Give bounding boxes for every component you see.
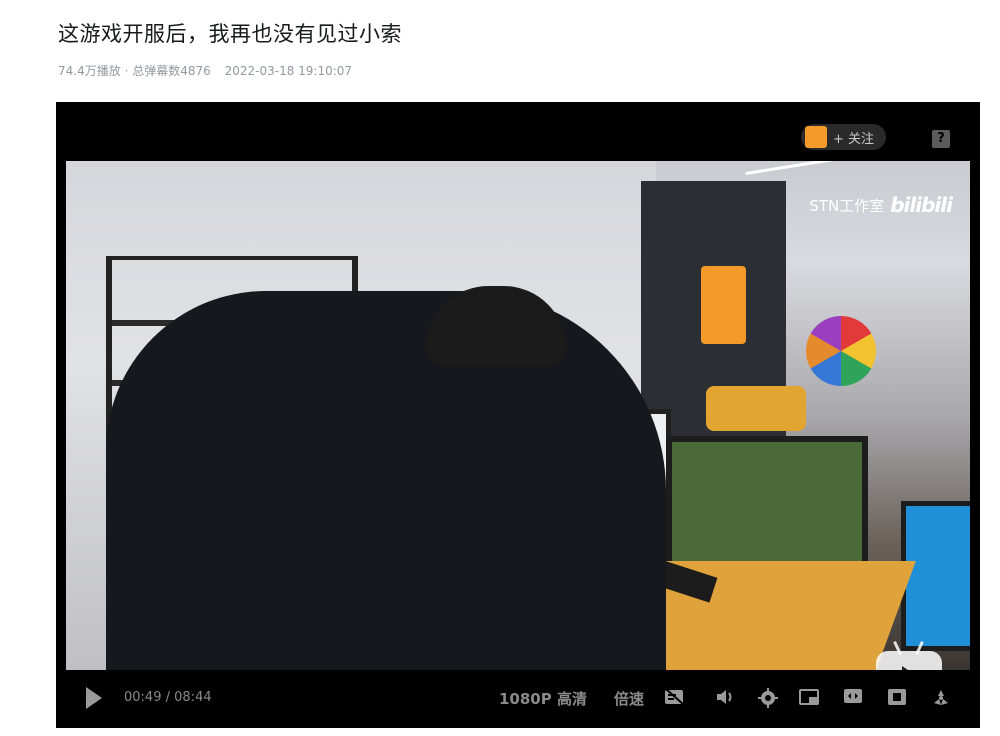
speed-button[interactable]: 倍速: [614, 688, 644, 709]
bilibili-tv-play-icon[interactable]: [876, 641, 942, 670]
quality-button[interactable]: 1080P 高清: [499, 688, 587, 709]
fullscreen-icon[interactable]: [930, 688, 952, 708]
video-player[interactable]: + 关注 ? STN工作室 bilibili 00:49 / 08:44 108…: [56, 102, 980, 728]
scene-monitor-desktop: [901, 501, 970, 651]
total-time: 08:44: [174, 690, 212, 705]
scene-prize-wheel: [806, 316, 876, 386]
uploader-avatar-icon[interactable]: [805, 126, 827, 148]
scene-sofa: [706, 386, 806, 431]
follow-button[interactable]: + 关注: [801, 124, 887, 150]
picture-in-picture-icon[interactable]: [798, 688, 820, 708]
video-meta: 74.4万播放 · 总弹幕数4876 2022-03-18 19:10:07: [58, 62, 352, 79]
gear-icon[interactable]: [757, 688, 779, 708]
meta-separator: ·: [124, 64, 129, 78]
volume-icon[interactable]: [714, 688, 736, 708]
help-icon[interactable]: ?: [932, 130, 950, 148]
video-title: 这游戏开服后，我再也没有见过小索: [58, 22, 402, 46]
watermark: STN工作室 bilibili: [809, 193, 953, 217]
web-fullscreen-icon[interactable]: [886, 688, 908, 708]
scene-person: [106, 291, 666, 670]
play-icon[interactable]: [86, 687, 102, 709]
video-frame[interactable]: STN工作室 bilibili: [66, 161, 970, 670]
publish-date: 2022-03-18 19:10:07: [224, 64, 353, 78]
player-controls: 00:49 / 08:44 1080P 高清 倍速: [56, 670, 980, 728]
watermark-line: [745, 161, 860, 175]
time-display: 00:49 / 08:44: [124, 690, 212, 705]
danmaku-count: 总弹幕数4876: [132, 64, 211, 78]
follow-label: + 关注: [833, 131, 875, 147]
current-time: 00:49: [124, 690, 162, 705]
scene-logo: [701, 266, 746, 344]
view-count: 74.4万播放: [58, 64, 121, 78]
danmaku-off-icon[interactable]: [664, 688, 686, 708]
widescreen-icon[interactable]: [842, 688, 864, 708]
watermark-studio: STN工作室: [809, 196, 885, 215]
watermark-brand: bilibili: [890, 193, 953, 217]
time-separator: /: [165, 690, 170, 705]
